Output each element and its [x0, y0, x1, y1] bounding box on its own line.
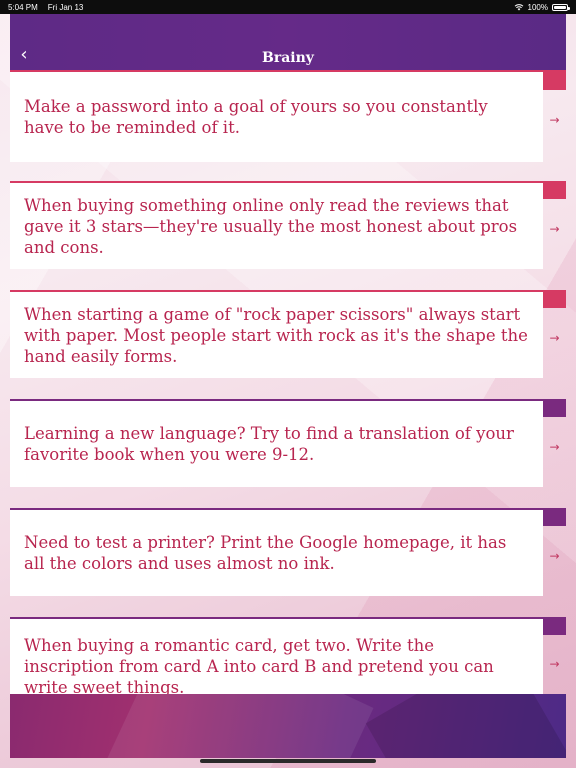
tip-row[interactable]: Make a password into a goal of yours so …: [10, 72, 566, 181]
battery-percent: 100%: [527, 2, 548, 12]
tip-text: When buying something online only read t…: [24, 195, 518, 257]
status-date: Fri Jan 13: [47, 2, 84, 12]
tip-row[interactable]: When starting a game of "rock paper scis…: [10, 290, 566, 399]
tip-card[interactable]: When buying something online only read t…: [10, 183, 543, 269]
battery-level: [554, 5, 566, 9]
tip-card[interactable]: Learning a new language? Try to find a t…: [10, 401, 543, 487]
tip-row[interactable]: Learning a new language? Try to find a t…: [10, 399, 566, 508]
arrow-right-icon[interactable]: →: [543, 222, 566, 236]
row-accent: [543, 399, 566, 417]
tip-card[interactable]: When starting a game of "rock paper scis…: [10, 292, 543, 378]
tip-text: Need to test a printer? Print the Google…: [24, 533, 507, 573]
tip-card[interactable]: Need to test a printer? Print the Google…: [10, 510, 543, 596]
status-bar: 5:04 PM Fri Jan 13 100%: [0, 0, 576, 14]
battery-icon: [552, 3, 570, 11]
page-title: Brainy: [262, 50, 314, 66]
tip-row[interactable]: Need to test a printer? Print the Google…: [10, 508, 566, 617]
nav-bar: ‹ Brainy: [10, 14, 566, 72]
tip-card[interactable]: When buying a romantic card, get two. Wr…: [10, 619, 543, 694]
tip-text: When buying a romantic card, get two. Wr…: [24, 636, 494, 694]
tip-row[interactable]: When buying something online only read t…: [10, 181, 566, 290]
arrow-right-icon[interactable]: →: [543, 549, 566, 563]
status-time: 5:04 PM: [8, 2, 38, 12]
home-indicator[interactable]: [200, 759, 376, 763]
arrow-right-icon[interactable]: →: [543, 440, 566, 454]
row-accent: [543, 72, 566, 90]
tip-text: Learning a new language? Try to find a t…: [24, 424, 514, 464]
row-accent: [543, 290, 566, 308]
tip-row[interactable]: When buying a romantic card, get two. Wr…: [10, 617, 566, 694]
arrow-right-icon[interactable]: →: [543, 331, 566, 345]
tip-text: Make a password into a goal of yours so …: [24, 97, 488, 137]
arrow-right-icon[interactable]: →: [543, 113, 566, 127]
bottom-banner: [10, 694, 566, 758]
row-accent: [543, 181, 566, 199]
tip-text: When starting a game of "rock paper scis…: [24, 304, 528, 366]
arrow-right-icon[interactable]: →: [543, 657, 566, 671]
tip-card[interactable]: Make a password into a goal of yours so …: [10, 72, 543, 162]
row-accent: [543, 617, 566, 635]
row-accent: [543, 508, 566, 526]
wifi-icon: [514, 4, 523, 11]
